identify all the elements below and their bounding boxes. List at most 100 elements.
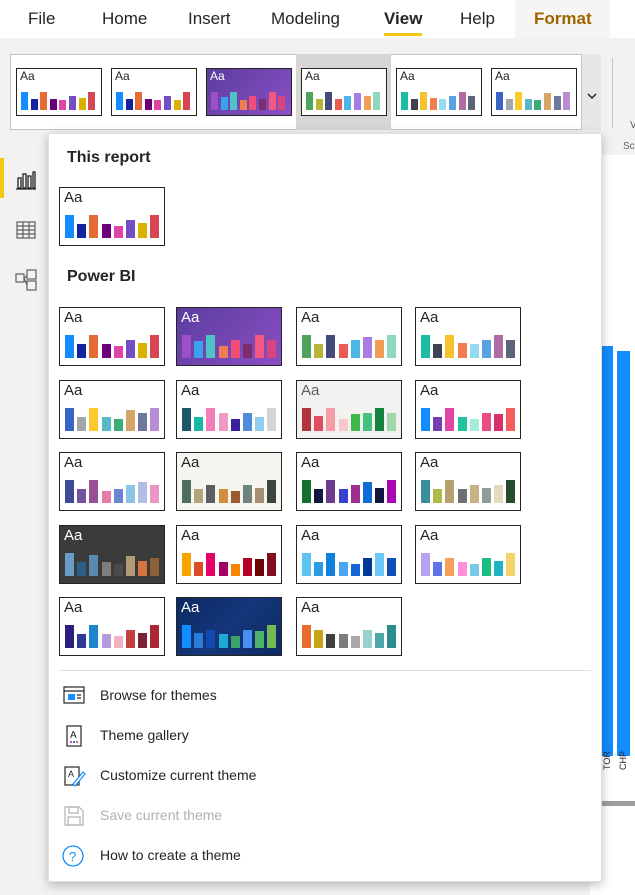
theme-swatch-bar bbox=[506, 340, 516, 358]
customize-theme-action[interactable]: A Customize current theme bbox=[61, 761, 561, 791]
theme-default[interactable]: Aa bbox=[59, 307, 165, 366]
theme-swatch-bar bbox=[243, 413, 252, 431]
svg-text:A: A bbox=[68, 769, 74, 779]
theme-swatch-bar bbox=[326, 408, 336, 431]
model-view-icon[interactable] bbox=[14, 268, 38, 292]
theme-swatch-bar bbox=[218, 562, 228, 576]
theme-swatch-bar bbox=[126, 220, 135, 238]
theme-swatch-bar bbox=[314, 344, 324, 358]
theme-swatch-bar bbox=[469, 344, 479, 358]
theme-sample-text: Aa bbox=[301, 599, 320, 616]
theme-swatch-bar bbox=[65, 335, 74, 358]
data-view-icon[interactable] bbox=[14, 218, 38, 242]
theme-electric[interactable]: Aa bbox=[59, 597, 165, 656]
theme-highrise[interactable]: Aa bbox=[59, 525, 165, 584]
theme-gallery-action[interactable]: A Theme gallery bbox=[61, 721, 561, 751]
customize-theme-label: Customize current theme bbox=[100, 767, 257, 783]
theme-classroom[interactable]: Aa bbox=[296, 307, 402, 366]
theme-frontier[interactable]: Aa bbox=[59, 380, 165, 439]
theme-swatch-bar bbox=[255, 417, 265, 431]
theme-color-blind-safe[interactable]: Aa bbox=[415, 525, 521, 584]
theme-swatch-bar bbox=[125, 99, 133, 110]
theme-swatch-bar bbox=[314, 489, 324, 503]
theme-high-contrast[interactable]: Aa bbox=[176, 597, 282, 656]
theme-swatch-bar bbox=[255, 559, 265, 576]
theme-swatch-bar bbox=[375, 488, 385, 503]
ribbon-theme-5[interactable]: Aa bbox=[396, 68, 482, 116]
theme-swatch-bar bbox=[421, 408, 430, 431]
theme-swatch-bar bbox=[101, 224, 111, 238]
theme-this-report[interactable]: Aa bbox=[59, 187, 165, 246]
theme-swatch-bar bbox=[173, 100, 181, 110]
theme-swatch-bar bbox=[138, 561, 148, 576]
theme-swatch-bar bbox=[150, 335, 160, 358]
menu-file[interactable]: File bbox=[28, 9, 55, 29]
theme-solar[interactable]: Aa bbox=[176, 452, 282, 511]
browse-themes-action[interactable]: Browse for themes bbox=[61, 681, 561, 711]
theme-swatch-bar bbox=[468, 96, 476, 110]
theme-swatch-bar bbox=[77, 489, 87, 503]
theme-storm[interactable]: Aa bbox=[415, 452, 521, 511]
theme-swatch-bar bbox=[65, 553, 74, 576]
theme-sample-text: Aa bbox=[301, 454, 320, 471]
theme-sample-text: Aa bbox=[181, 454, 200, 471]
theme-sunset[interactable]: Aa bbox=[176, 525, 282, 584]
theme-swatch-bar bbox=[138, 343, 148, 358]
theme-swatch-bar bbox=[375, 340, 385, 358]
theme-swatch-bar bbox=[77, 224, 87, 238]
theme-swatch-bar bbox=[375, 553, 385, 576]
menu-home[interactable]: Home bbox=[102, 9, 147, 29]
theme-swatch-bar bbox=[363, 558, 372, 576]
theme-swatch-bar bbox=[363, 630, 372, 648]
theme-temperature[interactable]: Aa bbox=[59, 452, 165, 511]
theme-sample-text: Aa bbox=[420, 309, 439, 326]
theme-swatch-bar bbox=[126, 556, 135, 576]
help-icon: ? bbox=[61, 844, 87, 868]
report-view-icon[interactable] bbox=[14, 168, 38, 192]
canvas-scrollbar[interactable] bbox=[600, 801, 635, 806]
ribbon-theme-4[interactable]: Aa bbox=[301, 68, 387, 116]
theme-swatch-bar bbox=[314, 416, 324, 431]
theme-swatch-bar bbox=[482, 558, 491, 576]
theme-swatch-bar bbox=[326, 480, 336, 503]
ribbon-theme-1[interactable]: Aa bbox=[16, 68, 102, 116]
theme-sample-text: Aa bbox=[301, 527, 320, 544]
menu-format[interactable]: Format bbox=[534, 9, 592, 29]
menu-view[interactable]: View bbox=[384, 9, 422, 29]
theme-tidal[interactable]: Aa bbox=[415, 380, 521, 439]
ribbon-theme-2[interactable]: Aa bbox=[111, 68, 197, 116]
menu-modeling[interactable]: Modeling bbox=[271, 9, 340, 29]
ribbon-theme-6[interactable]: Aa bbox=[491, 68, 577, 116]
how-to-create-theme-action[interactable]: ? How to create a theme bbox=[61, 841, 561, 871]
section-power-bi: Power BI bbox=[67, 268, 136, 285]
theme-executive[interactable]: Aa bbox=[415, 307, 521, 366]
theme-swatch-bar bbox=[524, 99, 532, 110]
menu-insert[interactable]: Insert bbox=[188, 9, 231, 29]
theme-accessible[interactable]: Aa bbox=[296, 597, 402, 656]
theme-innovate[interactable]: Aa bbox=[176, 380, 282, 439]
theme-sample-text: Aa bbox=[400, 69, 415, 83]
ribbon-theme-3[interactable]: Aa bbox=[206, 68, 292, 116]
theme-swatch-bar bbox=[101, 491, 111, 503]
theme-swatch-bar bbox=[206, 408, 216, 431]
chart-bar bbox=[617, 351, 630, 756]
theme-divergent[interactable]: Aa bbox=[296, 452, 402, 511]
menu-help[interactable]: Help bbox=[460, 9, 495, 29]
theme-swatch-bar bbox=[439, 99, 447, 110]
theme-bloom[interactable]: Aa bbox=[296, 380, 402, 439]
theme-twilight[interactable]: Aa bbox=[296, 525, 402, 584]
theme-swatch-bar bbox=[249, 96, 257, 110]
theme-swatch-bar bbox=[410, 99, 418, 110]
chevron-down-icon bbox=[587, 93, 597, 100]
theme-swatch-bar bbox=[206, 335, 216, 358]
theme-city-park[interactable]: Aa bbox=[176, 307, 282, 366]
theme-swatch-bar bbox=[433, 344, 443, 358]
gallery-expand-button[interactable] bbox=[581, 54, 601, 130]
theme-sample-text: Aa bbox=[301, 382, 320, 399]
theme-swatch-bar bbox=[482, 340, 491, 358]
theme-swatch-bar bbox=[77, 634, 87, 648]
theme-swatch-bar bbox=[138, 223, 148, 238]
theme-swatch-bar bbox=[144, 99, 152, 110]
theme-sample-text: Aa bbox=[64, 454, 83, 471]
theme-swatch-bar bbox=[65, 215, 74, 238]
